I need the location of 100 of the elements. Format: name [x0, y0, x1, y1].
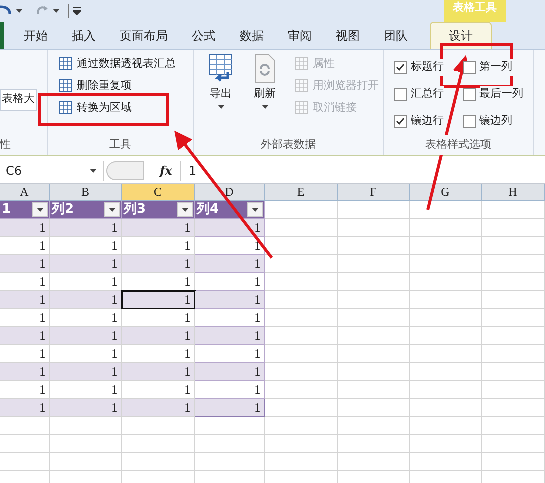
grid-cell — [410, 363, 482, 381]
large-ribbon-button[interactable]: 刷新 — [248, 54, 282, 135]
name-box[interactable]: C6 — [0, 160, 104, 180]
table-header-cell: 列3 — [122, 201, 195, 219]
caret-icon — [108, 208, 116, 212]
grid-cell — [0, 453, 50, 471]
table-cell: 1 — [0, 219, 50, 237]
grid-cell — [338, 453, 410, 471]
group-label: 外部表数据 — [260, 137, 317, 153]
column-header[interactable]: G — [410, 184, 482, 201]
grid-cell — [482, 345, 545, 363]
zoom-handle-icon[interactable] — [106, 160, 146, 180]
caret-icon — [262, 104, 268, 108]
table-cell: 1 — [122, 291, 195, 309]
ribbon-command[interactable]: 删除重复项 — [58, 76, 193, 96]
table-cell: 1 — [195, 363, 265, 381]
table-cell: 1 — [50, 363, 122, 381]
filter-dropdown-button[interactable] — [104, 202, 120, 217]
grid-cell — [410, 417, 482, 435]
caret-icon — [252, 208, 258, 212]
grid-cell — [338, 255, 410, 273]
grid-cell — [0, 417, 50, 435]
grid-cell — [410, 237, 482, 255]
grid-cell — [338, 201, 410, 219]
insert-function-icon[interactable]: fx — [160, 162, 180, 180]
caret-icon — [16, 9, 23, 13]
checkbox[interactable] — [462, 115, 476, 128]
grid-cell — [338, 291, 410, 309]
checkbox[interactable] — [462, 88, 476, 101]
column-header[interactable]: A — [0, 184, 50, 201]
column-header[interactable]: C — [122, 184, 195, 201]
table-cell: 1 — [122, 381, 195, 399]
table-cell: 1 — [122, 327, 195, 345]
table-cell: 1 — [50, 219, 122, 237]
filter-dropdown-button[interactable] — [177, 202, 193, 217]
ribbon-tab[interactable]: 开始 — [12, 22, 60, 49]
grid-cell — [338, 273, 410, 291]
column-header[interactable]: E — [265, 184, 338, 201]
table-cell: 1 — [122, 255, 195, 273]
table-header-cell: 列4 — [195, 201, 265, 219]
formula-field[interactable]: 1 — [180, 160, 545, 180]
table-icon — [58, 100, 74, 116]
grid-cell — [0, 435, 50, 453]
checkbox[interactable] — [394, 88, 407, 101]
file-tab-edge[interactable] — [0, 21, 4, 49]
grid-cell — [482, 309, 545, 327]
table-cell: 1 — [50, 399, 122, 417]
grid-cell — [50, 453, 122, 471]
checkbox[interactable] — [462, 61, 476, 74]
column-header[interactable]: H — [482, 184, 545, 201]
grid-cell — [338, 327, 410, 345]
column-header[interactable]: D — [195, 184, 265, 201]
grid-cell — [338, 435, 410, 453]
column-header[interactable]: F — [338, 184, 410, 201]
table-size-field[interactable]: 表格大 — [0, 88, 37, 110]
table-cell: 1 — [195, 309, 265, 327]
ribbon-tab[interactable]: 插入 — [60, 22, 108, 49]
filter-dropdown-button[interactable] — [32, 202, 48, 217]
table-cell: 1 — [195, 327, 265, 345]
option-label: 标题行 — [411, 59, 444, 76]
ribbon-command[interactable]: 转换为区域 — [58, 98, 193, 118]
table-cell: 1 — [0, 237, 50, 255]
grid-cell — [338, 399, 410, 417]
table-cell: 1 — [195, 291, 265, 309]
ribbon-tab[interactable]: 数据 — [228, 22, 276, 49]
ribbon-tab[interactable]: 公式 — [180, 22, 228, 49]
check-icon — [396, 63, 405, 72]
grid-cell — [482, 435, 545, 453]
table-icon — [294, 78, 310, 94]
grid-cell — [338, 309, 410, 327]
grid-cell — [410, 219, 482, 237]
table-icon — [58, 78, 74, 94]
checkbox[interactable] — [394, 115, 407, 128]
option-label: 第一列 — [480, 59, 512, 76]
table-cell: 1 — [195, 219, 265, 237]
ribbon-tab[interactable]: 页面布局 — [108, 22, 180, 49]
ribbon-tab[interactable]: 视图 — [324, 22, 372, 49]
large-ribbon-button[interactable]: 导出 — [204, 54, 238, 135]
ribbon-tab[interactable]: 审阅 — [276, 22, 324, 49]
checkbox[interactable] — [394, 61, 407, 74]
table-cell: 1 — [195, 381, 265, 399]
table-cell: 1 — [0, 291, 50, 309]
grid-cell — [50, 435, 122, 453]
ribbon-tab[interactable]: 设计 — [430, 22, 492, 49]
column-header[interactable]: B — [50, 184, 122, 201]
grid-cell — [195, 435, 265, 453]
grid-cell — [482, 255, 545, 273]
table-cell: 1 — [195, 237, 265, 255]
refresh-document-icon — [253, 54, 277, 84]
grid-cell — [410, 453, 482, 471]
ribbon-tab[interactable]: 团队 — [372, 22, 420, 49]
table-cell: 1 — [195, 255, 265, 273]
grid-cell — [482, 417, 545, 435]
grid-cell — [338, 417, 410, 435]
table-cell: 1 — [122, 219, 195, 237]
ribbon-command[interactable]: 通过数据透视表汇总 — [58, 54, 193, 74]
group-label: 性 — [0, 137, 11, 153]
filter-dropdown-button[interactable] — [247, 202, 263, 217]
table-cell: 1 — [50, 381, 122, 399]
customize-caret-icon[interactable] — [73, 7, 81, 15]
